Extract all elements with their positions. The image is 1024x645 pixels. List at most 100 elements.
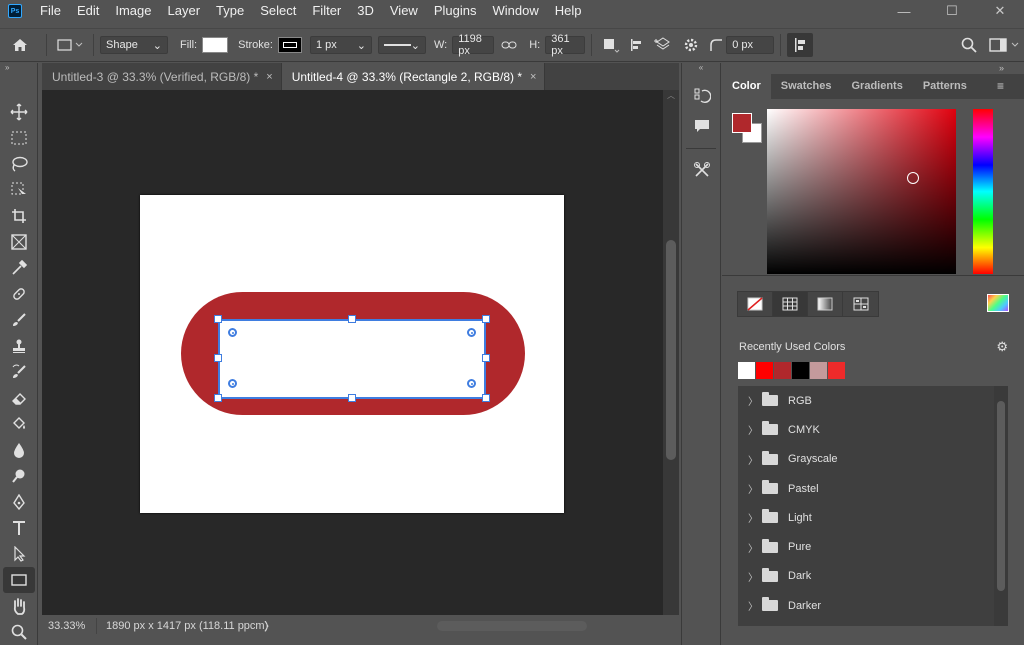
- tool-preset-picker[interactable]: [53, 38, 87, 52]
- tab-untitled-3[interactable]: Untitled-3 @ 33.3% (Verified, RGB/8) * ×: [42, 63, 282, 90]
- recent-color-swatch[interactable]: [828, 362, 845, 379]
- dodge-tool-icon[interactable]: [0, 463, 38, 489]
- chevron-right-icon[interactable]: 〉: [748, 393, 762, 408]
- home-icon[interactable]: [0, 38, 40, 52]
- pen-tool-icon[interactable]: [0, 489, 38, 515]
- transform-handle[interactable]: [348, 315, 356, 323]
- move-tool-icon[interactable]: [0, 99, 38, 125]
- eraser-tool-icon[interactable]: [0, 385, 38, 411]
- menu-3d[interactable]: 3D: [349, 0, 382, 22]
- pattern-view-icon[interactable]: [843, 292, 878, 316]
- chevron-right-icon[interactable]: 〉: [748, 422, 762, 437]
- hand-tool-icon[interactable]: [0, 593, 38, 619]
- corner-radius-widget[interactable]: [228, 328, 237, 337]
- lasso-tool-icon[interactable]: [0, 151, 38, 177]
- recent-color-swatch[interactable]: [738, 362, 755, 379]
- path-arrangement-icon[interactable]: [650, 37, 676, 53]
- menu-view[interactable]: View: [382, 0, 426, 22]
- vertical-scrollbar[interactable]: ︿: [663, 90, 679, 615]
- menu-type[interactable]: Type: [208, 0, 252, 22]
- menu-image[interactable]: Image: [107, 0, 159, 22]
- paint-bucket-tool-icon[interactable]: [0, 411, 38, 437]
- swatch-folder-cmyk[interactable]: 〉 CMYK: [738, 415, 1008, 444]
- foreground-color-swatch[interactable]: [732, 113, 752, 133]
- tab-untitled-4[interactable]: Untitled-4 @ 33.3% (Rectangle 2, RGB/8) …: [281, 63, 546, 90]
- rectangle-tool-icon[interactable]: [3, 567, 35, 593]
- eyedropper-tool-icon[interactable]: [0, 255, 38, 281]
- tab-swatches[interactable]: Swatches: [771, 74, 842, 99]
- document-canvas[interactable]: [140, 195, 564, 513]
- horizontal-scrollbar[interactable]: [322, 618, 702, 634]
- width-field[interactable]: 1198 px: [452, 33, 495, 57]
- close-icon[interactable]: ×: [530, 71, 536, 83]
- scroll-thumb[interactable]: [437, 621, 587, 631]
- workspace-switcher-icon[interactable]: [984, 38, 1024, 52]
- scroll-up-icon[interactable]: ︿: [663, 90, 679, 101]
- menu-plugins[interactable]: Plugins: [426, 0, 485, 22]
- chevron-right-icon[interactable]: 〉: [748, 569, 762, 584]
- chevron-right-icon[interactable]: 〉: [264, 618, 275, 634]
- chevron-right-icon[interactable]: 〉: [748, 540, 762, 555]
- path-selection-tool-icon[interactable]: [0, 541, 38, 567]
- link-icon[interactable]: [498, 40, 520, 50]
- collapse-icon[interactable]: »: [999, 63, 1004, 73]
- corner-radius-widget[interactable]: [467, 379, 476, 388]
- maximize-button[interactable]: ☐: [928, 0, 976, 22]
- transform-handle[interactable]: [482, 315, 490, 323]
- recent-color-swatch[interactable]: [792, 362, 809, 379]
- crop-tool-icon[interactable]: [0, 203, 38, 229]
- swatch-folder-pastel[interactable]: 〉 Pastel: [738, 474, 1008, 503]
- swatch-folder-darker[interactable]: 〉 Darker: [738, 591, 1008, 620]
- transform-handle[interactable]: [214, 354, 222, 362]
- swatch-folder-light[interactable]: 〉 Light: [738, 503, 1008, 532]
- stroke-type-select[interactable]: ⌄: [377, 36, 426, 54]
- align-edges-icon[interactable]: [787, 33, 814, 57]
- grid-view-icon[interactable]: [773, 292, 808, 316]
- zoom-level[interactable]: 33.33%: [42, 620, 92, 632]
- panel-menu-icon[interactable]: ≡: [997, 74, 1024, 99]
- chevron-right-icon[interactable]: 〉: [748, 510, 762, 525]
- healing-brush-tool-icon[interactable]: [0, 281, 38, 307]
- clone-stamp-tool-icon[interactable]: [0, 333, 38, 359]
- search-icon[interactable]: [954, 37, 984, 53]
- tab-gradients[interactable]: Gradients: [841, 74, 912, 99]
- blur-tool-icon[interactable]: [0, 437, 38, 463]
- tab-color[interactable]: Color: [722, 74, 771, 99]
- stroke-swatch[interactable]: [277, 37, 302, 53]
- menu-file[interactable]: File: [32, 0, 69, 22]
- menu-layer[interactable]: Layer: [160, 0, 209, 22]
- menu-help[interactable]: Help: [547, 0, 590, 22]
- rectangle-2-shape[interactable]: [218, 319, 486, 399]
- transform-handle[interactable]: [482, 354, 490, 362]
- color-picker-cursor[interactable]: [907, 172, 919, 184]
- tool-presets-panel-icon[interactable]: [682, 155, 722, 185]
- chevron-right-icon[interactable]: 〉: [748, 452, 762, 467]
- corner-radius-widget[interactable]: [228, 379, 237, 388]
- collapse-icon[interactable]: »: [0, 63, 37, 72]
- swatch-folder-rgb[interactable]: 〉 RGB: [738, 386, 1008, 415]
- recent-color-swatch[interactable]: [756, 362, 773, 379]
- marquee-tool-icon[interactable]: [0, 125, 38, 151]
- collapse-icon[interactable]: «: [682, 63, 720, 77]
- saturation-value-field[interactable]: [767, 109, 956, 274]
- gear-icon[interactable]: ⚙: [996, 339, 1008, 355]
- close-button[interactable]: ✕: [976, 0, 1024, 22]
- swatch-folder-grayscale[interactable]: 〉 Grayscale: [738, 445, 1008, 474]
- fill-swatch[interactable]: [202, 37, 229, 53]
- stroke-width-field[interactable]: 1 px ⌄: [309, 36, 372, 54]
- transform-handle[interactable]: [214, 315, 222, 323]
- gear-icon[interactable]: [676, 37, 706, 53]
- brush-tool-icon[interactable]: [0, 307, 38, 333]
- gradient-view-icon[interactable]: [808, 292, 843, 316]
- chevron-right-icon[interactable]: 〉: [748, 598, 762, 613]
- scroll-thumb[interactable]: [997, 401, 1005, 591]
- transform-handle[interactable]: [482, 394, 490, 402]
- shape-mode-select[interactable]: Shape ⌄: [100, 36, 168, 54]
- history-panel-icon[interactable]: [682, 81, 722, 111]
- hue-slider[interactable]: [973, 109, 993, 274]
- close-icon[interactable]: ×: [266, 71, 272, 83]
- swatch-folder-pure[interactable]: 〉 Pure: [738, 532, 1008, 561]
- zoom-tool-icon[interactable]: [0, 619, 38, 645]
- recent-color-swatch[interactable]: [810, 362, 827, 379]
- comments-panel-icon[interactable]: [682, 111, 722, 141]
